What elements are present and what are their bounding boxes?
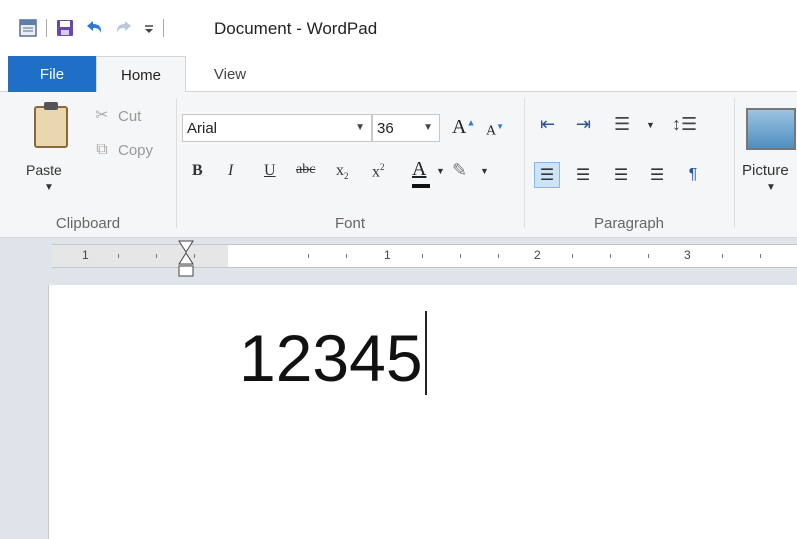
chevron-down-icon: ▼ bbox=[44, 182, 54, 193]
ruler-tick bbox=[648, 254, 649, 258]
ruler-number: 3 bbox=[684, 248, 691, 262]
font-group: Arial ▼ 36 ▼ A▲ A▼ B I U abc x2 x2 A ▼ ✎… bbox=[176, 92, 524, 238]
app-icon[interactable] bbox=[18, 18, 38, 38]
group-label-clipboard: Clipboard bbox=[55, 215, 121, 232]
group-label-paragraph: Paragraph bbox=[593, 215, 665, 232]
ruler-tick bbox=[118, 254, 119, 258]
ruler-tick bbox=[610, 254, 611, 258]
toolbar-separator bbox=[163, 19, 164, 37]
chevron-down-icon: ▼ bbox=[355, 122, 365, 133]
clipboard-group: Paste ▼ ✂ Cut ⧉ Copy Clipboard bbox=[0, 92, 176, 238]
chevron-down-icon[interactable]: ▼ bbox=[436, 166, 445, 176]
font-family-select[interactable]: Arial ▼ bbox=[182, 114, 372, 142]
subscript-icon[interactable]: x2 bbox=[336, 162, 349, 181]
ruler[interactable]: 1 1 2 3 bbox=[52, 244, 797, 268]
text-color-icon: A bbox=[412, 158, 427, 180]
strikethrough-icon[interactable]: abc bbox=[296, 162, 315, 178]
underline-icon[interactable]: U bbox=[264, 162, 276, 180]
ruler-number: 1 bbox=[384, 248, 391, 262]
group-label-font: Font bbox=[334, 215, 365, 232]
quick-access-toolbar bbox=[18, 18, 172, 38]
shrink-font-icon[interactable]: A▼ bbox=[486, 122, 504, 140]
highlight-icon[interactable]: ✎ bbox=[452, 160, 467, 181]
document-area: 12345 bbox=[0, 285, 797, 539]
ruler-tick bbox=[346, 254, 347, 258]
ruler-area: 1 1 2 3 bbox=[0, 238, 797, 285]
group-separator bbox=[734, 98, 735, 228]
justify-icon[interactable]: ☰ bbox=[644, 162, 670, 188]
align-right-icon[interactable]: ☰ bbox=[608, 162, 634, 188]
title-bar: Document - WordPad bbox=[0, 0, 797, 56]
ruler-tick bbox=[156, 254, 157, 258]
paragraph-group: ⇤ ⇥ ☰ ▼ ↕☰ ☰ ☰ ☰ ☰ ¶ Paragraph bbox=[524, 92, 734, 238]
clipboard-icon bbox=[34, 102, 68, 148]
bold-icon[interactable]: B bbox=[192, 162, 203, 180]
bullet-list-icon[interactable]: ☰ bbox=[614, 114, 630, 135]
save-icon[interactable] bbox=[55, 18, 75, 38]
paste-label: Paste bbox=[26, 162, 62, 178]
toolbar-separator bbox=[46, 19, 47, 37]
ruler-tick bbox=[760, 254, 761, 258]
copy-icon: ⧉ bbox=[96, 141, 108, 158]
chevron-down-icon[interactable]: ▼ bbox=[480, 166, 489, 176]
ruler-number: 1 bbox=[82, 248, 89, 262]
ruler-tick bbox=[308, 254, 309, 258]
ruler-tick bbox=[498, 254, 499, 258]
font-size-value: 36 bbox=[377, 119, 394, 137]
ruler-tick bbox=[572, 254, 573, 258]
ruler-number: 2 bbox=[534, 248, 541, 262]
font-size-select[interactable]: 36 ▼ bbox=[372, 114, 440, 142]
color-swatch bbox=[412, 184, 430, 188]
tab-home[interactable]: Home bbox=[96, 56, 186, 93]
grow-font-icon[interactable]: A▲ bbox=[452, 116, 475, 139]
align-center-icon[interactable]: ☰ bbox=[570, 162, 596, 188]
italic-icon[interactable]: I bbox=[228, 162, 233, 180]
copy-button[interactable]: ⧉ Copy bbox=[92, 140, 153, 160]
align-left-icon[interactable]: ☰ bbox=[534, 162, 560, 188]
picture-icon bbox=[746, 108, 796, 150]
chevron-down-icon[interactable]: ▼ bbox=[646, 120, 655, 130]
customize-toolbar-icon[interactable] bbox=[143, 18, 155, 38]
copy-label: Copy bbox=[118, 141, 154, 159]
cut-button[interactable]: ✂ Cut bbox=[92, 106, 141, 126]
picture-label: Picture bbox=[742, 162, 789, 179]
cut-label: Cut bbox=[118, 107, 142, 125]
ruler-margin bbox=[52, 245, 228, 267]
indent-marker-icon[interactable] bbox=[178, 240, 194, 282]
decrease-indent-icon[interactable]: ⇤ bbox=[540, 114, 555, 135]
document-text[interactable]: 12345 bbox=[239, 321, 423, 395]
undo-icon[interactable] bbox=[83, 18, 105, 38]
font-family-value: Arial bbox=[187, 119, 218, 137]
chevron-down-icon: ▼ bbox=[423, 122, 433, 133]
redo-icon[interactable] bbox=[113, 18, 135, 38]
ribbon-tabs: File Home View bbox=[0, 56, 797, 93]
document-page[interactable]: 12345 bbox=[48, 285, 797, 539]
ruler-tick bbox=[722, 254, 723, 258]
chevron-down-icon: ▼ bbox=[766, 182, 776, 193]
scissors-icon: ✂ bbox=[95, 107, 109, 124]
paragraph-settings-icon[interactable]: ¶ bbox=[680, 162, 706, 188]
superscript-icon[interactable]: x2 bbox=[372, 162, 385, 181]
text-color-button[interactable]: A bbox=[412, 158, 430, 188]
ruler-tick bbox=[194, 254, 195, 258]
text-caret bbox=[424, 311, 427, 395]
tab-file[interactable]: File bbox=[8, 56, 96, 92]
line-spacing-icon[interactable]: ↕☰ bbox=[672, 114, 697, 135]
ruler-tick bbox=[460, 254, 461, 258]
tab-view[interactable]: View bbox=[190, 56, 270, 92]
ruler-tick bbox=[422, 254, 423, 258]
window-title: Document - WordPad bbox=[214, 19, 378, 38]
document-text-line[interactable]: 12345 bbox=[239, 311, 427, 395]
ribbon: Paste ▼ ✂ Cut ⧉ Copy Clipboard Arial ▼ 3… bbox=[0, 92, 797, 238]
increase-indent-icon[interactable]: ⇥ bbox=[576, 114, 591, 135]
